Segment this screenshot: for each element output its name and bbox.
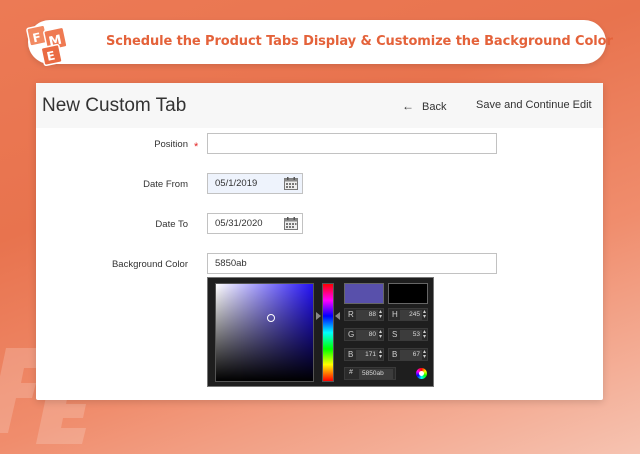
background-color-label: Background Color xyxy=(111,259,188,270)
spinner-icon[interactable]: ▴ ▾ xyxy=(379,309,382,320)
page-header: New Custom Tab ← Back Save and Continue E… xyxy=(36,83,603,128)
new-color-swatch xyxy=(344,283,384,304)
position-label: Position xyxy=(154,139,188,150)
hue-pointer-right-icon xyxy=(335,312,340,320)
date-from-value: 05/1/2019 xyxy=(215,178,258,189)
date-to-label: Date To xyxy=(155,219,188,230)
fme-logo-icon: F M E xyxy=(26,24,68,67)
background-color-input[interactable] xyxy=(207,253,497,274)
blue-label: B xyxy=(348,350,354,359)
save-and-continue-button[interactable]: Save and Continue Edit xyxy=(476,99,592,111)
saturation-brightness-area[interactable] xyxy=(215,283,314,382)
brightness-label: B xyxy=(392,350,398,359)
hue-value[interactable]: 245 xyxy=(400,310,422,320)
back-label: Back xyxy=(422,101,447,113)
spinner-icon[interactable]: ▴ ▾ xyxy=(423,309,426,320)
hue-pointer-left-icon xyxy=(316,312,321,320)
hue-field[interactable]: H 245 ▴ ▾ xyxy=(388,308,428,321)
position-input[interactable] xyxy=(207,133,497,154)
header-banner: Schedule the Product Tabs Display & Cust… xyxy=(28,20,613,64)
date-to-value: 05/31/2020 xyxy=(215,218,263,229)
date-from-label: Date From xyxy=(143,179,188,190)
page-title: New Custom Tab xyxy=(42,95,187,116)
hex-field[interactable]: # 5850ab xyxy=(344,367,396,380)
spinner-icon[interactable]: ▴ ▾ xyxy=(379,349,382,360)
color-wheel-icon[interactable] xyxy=(416,368,427,379)
brightness-value[interactable]: 67 xyxy=(400,350,422,360)
saturation-label: S xyxy=(392,330,398,339)
spinner-icon[interactable]: ▴ ▾ xyxy=(379,329,382,340)
color-selector-handle[interactable] xyxy=(267,314,275,322)
hue-label: H xyxy=(392,310,398,319)
red-field[interactable]: R 88 ▴ ▾ xyxy=(344,308,384,321)
hex-value[interactable]: 5850ab xyxy=(359,369,393,379)
spinner-icon[interactable]: ▴ ▾ xyxy=(423,349,426,360)
banner-title: Schedule the Product Tabs Display & Cust… xyxy=(106,34,613,49)
blue-value[interactable]: 171 xyxy=(356,350,378,360)
hue-slider[interactable] xyxy=(322,283,334,382)
arrow-left-icon: ← xyxy=(402,99,414,113)
required-marker: * xyxy=(194,141,199,153)
brightness-field[interactable]: B 67 ▴ ▾ xyxy=(388,348,428,361)
red-label: R xyxy=(348,310,354,319)
green-value[interactable]: 80 xyxy=(356,330,378,340)
current-color-swatch[interactable] xyxy=(388,283,428,304)
calendar-icon[interactable] xyxy=(284,217,298,230)
back-button[interactable]: ← Back xyxy=(402,99,446,113)
blue-field[interactable]: B 171 ▴ ▾ xyxy=(344,348,384,361)
spinner-icon[interactable]: ▴ ▾ xyxy=(423,329,426,340)
hex-label: # xyxy=(349,369,353,376)
calendar-icon[interactable] xyxy=(284,177,298,190)
saturation-field[interactable]: S 53 ▴ ▾ xyxy=(388,328,428,341)
red-value[interactable]: 88 xyxy=(356,310,378,320)
green-label: G xyxy=(348,330,355,339)
saturation-value[interactable]: 53 xyxy=(400,330,422,340)
green-field[interactable]: G 80 ▴ ▾ xyxy=(344,328,384,341)
color-picker: R 88 ▴ ▾ H 245 ▴ ▾ G 80 ▴ ▾ S 53 ▴ ▾ B 171 ▴… xyxy=(207,277,434,387)
